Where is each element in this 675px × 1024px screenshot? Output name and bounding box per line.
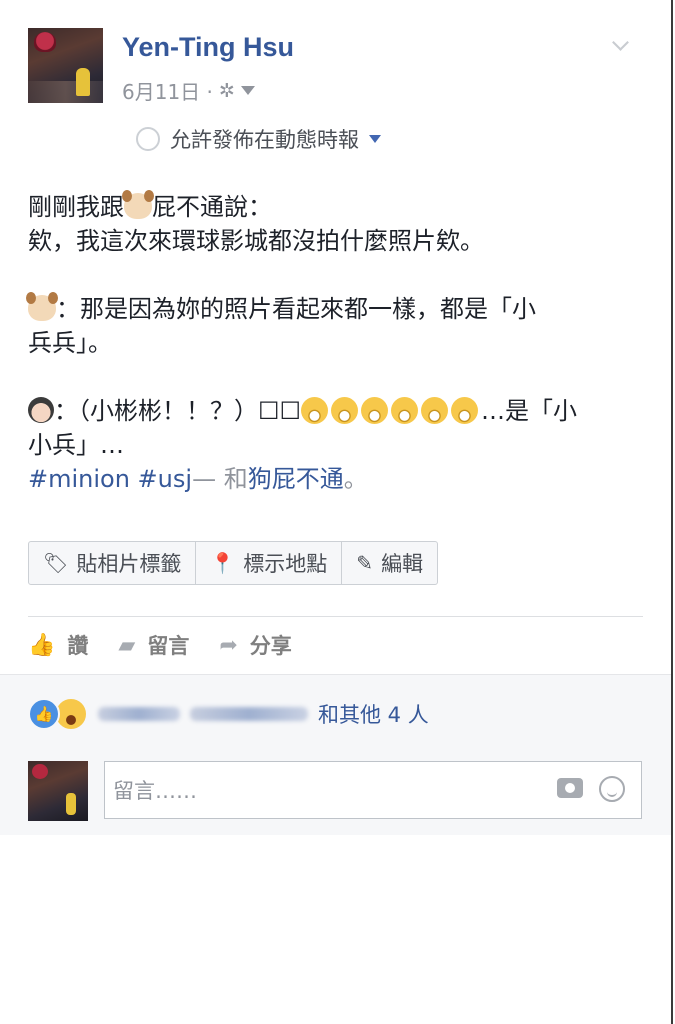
radio-icon[interactable] [136, 127, 160, 151]
reactions-summary[interactable]: 👍 和其他 4 人 [28, 697, 429, 731]
tears-of-joy-emoji-icon [451, 397, 479, 424]
page-edge [671, 0, 673, 1024]
allow-label: 允許發佈在動態時報 [170, 128, 359, 152]
like-label: 讚 [67, 634, 89, 658]
camera-icon[interactable] [557, 778, 583, 798]
author-avatar[interactable] [28, 28, 103, 103]
post-line: ：（小彬彬！！？）☐☐ …是「小 [28, 394, 653, 428]
girl-emoji-icon [28, 397, 54, 423]
share-arrow-icon: ➦ [219, 632, 238, 658]
pencil-icon: ✎ [356, 551, 374, 575]
post-date[interactable]: 6月11日 · [122, 76, 213, 105]
post-meta: 6月11日 · ✲ [122, 76, 255, 105]
post-line: 欸，我這次來環球影城都沒拍什麼照片欸。 [28, 227, 484, 255]
blurred-name [190, 707, 308, 721]
post-line: 小兵」… [28, 431, 124, 459]
tag-photo-label: 貼相片標籤 [76, 552, 182, 576]
comment-placeholder: 留言…… [113, 779, 197, 803]
post-line: 剛剛我跟 屁不通說： [28, 190, 653, 224]
comment-button[interactable]: ▰ 留言 [118, 630, 189, 660]
post-tags: #minion #usj— 和狗屁不通。 [28, 462, 653, 496]
post-text-segment: ：那是因為妳的照片看起來都一樣，都是「小 [56, 295, 536, 323]
comment-label: 留言 [147, 634, 190, 658]
post-text: 剛剛我跟 屁不通說： 欸，我這次來環球影城都沒拍什麼照片欸。 ：那是因為妳的照片看… [26, 190, 653, 496]
dog-emoji-icon [26, 292, 58, 321]
missing-glyph-boxes: ☐☐ [258, 397, 302, 425]
post-line: ：那是因為妳的照片看起來都一樣，都是「小 [26, 292, 653, 326]
hashtag-links[interactable]: #minion #usj [28, 465, 192, 493]
tag-photo-button[interactable]: 🏷 貼相片標籤 [29, 542, 197, 584]
tagged-friend-link[interactable]: 狗屁不通 [248, 465, 344, 493]
like-reaction-icon: 👍 [28, 698, 60, 730]
post-text-segment: 剛剛我跟 [28, 193, 124, 221]
tears-of-joy-emoji-icon [421, 397, 449, 424]
commenter-avatar[interactable] [28, 761, 88, 821]
post-line: 兵兵」。 [28, 329, 112, 357]
gear-icon[interactable]: ✲ [219, 80, 235, 102]
edit-button[interactable]: ✎ 編輯 [342, 542, 437, 584]
with-text: — 和 [192, 465, 248, 493]
divider [28, 616, 643, 617]
comment-input[interactable]: 留言…… [104, 761, 642, 819]
feedback-bar: 👍 讚 ▰ 留言 ➦ 分享 [28, 630, 292, 660]
comment-bubble-icon: ▰ [118, 632, 136, 658]
thumbs-up-icon: 👍 [28, 632, 56, 658]
tears-of-joy-emoji-icon [391, 397, 419, 424]
post-action-buttons: 🏷 貼相片標籤 📍 標示地點 ✎ 編輯 [28, 541, 439, 585]
post-text-segment: …是「小 [481, 397, 578, 425]
emoji-smiley-icon[interactable] [599, 776, 625, 802]
tag-icon: 🏷 [43, 551, 69, 575]
tears-of-joy-emoji-icon [361, 397, 389, 424]
like-button[interactable]: 👍 讚 [28, 630, 88, 660]
comments-section: 👍 和其他 4 人 留言…… [0, 674, 671, 835]
location-button[interactable]: 📍 標示地點 [196, 542, 343, 584]
map-pin-icon: 📍 [210, 551, 236, 575]
tears-of-joy-emoji-icon [331, 397, 359, 424]
post-text-segment: 屁不通說： [152, 193, 272, 221]
edit-label: 編輯 [381, 552, 424, 576]
privacy-dropdown-icon[interactable] [240, 86, 255, 95]
author-name[interactable]: Yen-Ting Hsu [122, 32, 294, 63]
share-label: 分享 [249, 634, 292, 658]
dog-emoji-icon [122, 190, 154, 219]
chevron-down-icon[interactable] [612, 34, 629, 51]
blurred-name [98, 707, 180, 721]
location-label: 標示地點 [243, 552, 328, 576]
tears-of-joy-emoji-icon [301, 397, 329, 424]
share-button[interactable]: ➦ 分享 [219, 630, 291, 660]
caret-down-icon[interactable] [369, 135, 381, 143]
reactions-others-link[interactable]: 和其他 4 人 [318, 699, 429, 729]
post-text-segment: 。 [343, 465, 368, 493]
post-text-segment: ：（小彬彬！！？） [54, 397, 258, 425]
allow-on-timeline[interactable]: 允許發佈在動態時報 [136, 124, 381, 154]
